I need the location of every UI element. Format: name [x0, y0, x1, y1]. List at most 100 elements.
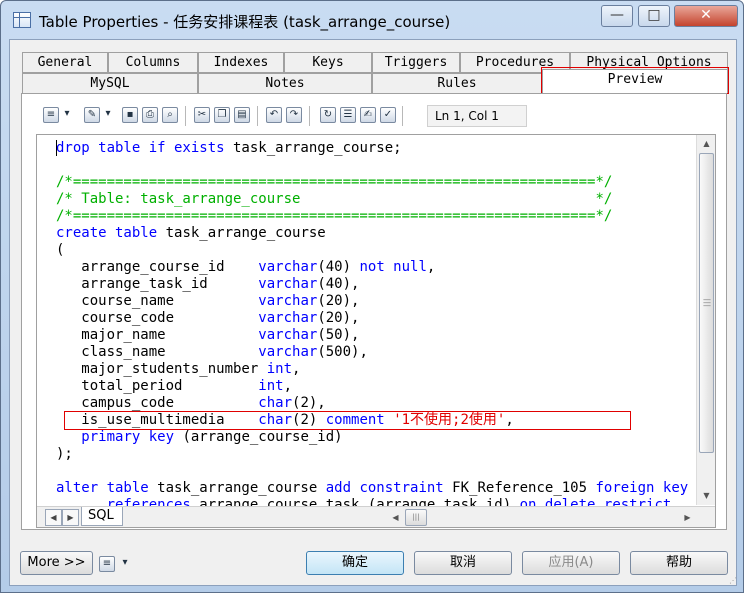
tab-scroll-left-icon[interactable]: ◀ [45, 509, 62, 526]
copy-icon[interactable]: ❐ [214, 107, 230, 123]
code-token: /*======================================… [56, 174, 613, 190]
undo-icon[interactable]: ↶ [266, 107, 282, 123]
code-token: alter table [56, 480, 149, 496]
code-line: major_name varchar(50), [56, 327, 696, 344]
tab-indexes[interactable]: Indexes [198, 52, 284, 73]
tab-mysql[interactable]: MySQL [22, 73, 198, 94]
code-line: primary key (arrange_course_id) [56, 429, 696, 446]
code-token: , [292, 361, 301, 377]
highlight-box-multimedia-line [64, 411, 631, 430]
code-token: int [258, 378, 284, 394]
code-token: char [258, 395, 293, 411]
code-token: arrange_course_id [56, 259, 259, 275]
code-token: total_period [56, 378, 259, 394]
code-token: , [283, 378, 293, 394]
vertical-scroll-thumb[interactable]: — — — [699, 153, 714, 453]
apply-button[interactable]: 应用(A) [522, 551, 620, 575]
code-line: class_name varchar(500), [56, 344, 696, 361]
tools-menu-button[interactable]: ≡ ▾ [99, 554, 133, 574]
chevron-down-icon[interactable]: ▾ [102, 107, 114, 123]
cut-icon[interactable]: ✂ [194, 107, 210, 123]
maximize-button[interactable]: □ [638, 5, 670, 27]
save-icon[interactable]: ▪ [122, 107, 138, 123]
tab-notes[interactable]: Notes [198, 73, 372, 94]
scroll-up-icon[interactable]: ▲ [697, 135, 715, 153]
code-token: varchar [258, 276, 318, 292]
tab-scroll-right-icon[interactable]: ▶ [62, 509, 79, 526]
find-icon[interactable]: ⌕ [162, 107, 178, 123]
code-token: on delete restrict [519, 497, 672, 506]
code-line: ); [56, 446, 696, 463]
code-token: (500), [317, 344, 368, 360]
window-title: Table Properties - 任务安排课程表 (task_arrange… [39, 13, 451, 31]
text-cursor [56, 140, 57, 156]
code-token: int [266, 361, 293, 377]
redo-icon[interactable]: ↷ [286, 107, 302, 123]
tab-general[interactable]: General [22, 52, 108, 73]
toolbar-separator [309, 106, 310, 126]
code-token: task_arrange_course [157, 225, 326, 241]
code-line: references arrange_course_task (arrange_… [56, 497, 696, 506]
table-properties-window: Table Properties - 任务安排课程表 (task_arrange… [0, 0, 744, 593]
tab-rules[interactable]: Rules [372, 73, 542, 94]
code-token: task_arrange_course; [224, 140, 402, 156]
close-button[interactable]: ✕ [674, 5, 738, 27]
resize-grip-icon[interactable]: ⋰ [729, 577, 741, 591]
paste-icon[interactable]: ▤ [234, 107, 250, 123]
minimize-button[interactable]: — [601, 5, 633, 27]
scroll-down-icon[interactable]: ▼ [697, 487, 715, 505]
properties-icon[interactable]: ≡ [43, 107, 59, 123]
code-token: campus_code [56, 395, 259, 411]
scroll-left-icon[interactable]: ◀ [387, 509, 404, 526]
cancel-button[interactable]: 取消 [414, 551, 512, 575]
code-line: arrange_course_id varchar(40) not null, [56, 259, 696, 276]
vertical-scrollbar[interactable]: ▲ — — — ▼ [696, 135, 715, 505]
edit-script-icon[interactable]: ✍ [360, 107, 376, 123]
cursor-position: Ln 1, Col 1 [427, 105, 527, 127]
more-button[interactable]: More >> [20, 551, 93, 575]
title-bar[interactable]: Table Properties - 任务安排课程表 (task_arrange… [1, 1, 743, 39]
horizontal-scroll-thumb[interactable]: ||| [405, 509, 427, 526]
code-token: (50), [317, 327, 360, 343]
code-line: campus_code char(2), [56, 395, 696, 412]
tab-triggers[interactable]: Triggers [372, 52, 460, 73]
code-token: varchar [258, 259, 318, 275]
chevron-down-icon[interactable]: ▾ [61, 107, 73, 123]
code-token: create table [56, 225, 158, 241]
table-icon [13, 12, 31, 28]
tab-columns[interactable]: Columns [108, 52, 198, 73]
code-token: varchar [258, 344, 318, 360]
editor-bottom-bar: ◀ ▶ SQL ◀ ||| ▶ [37, 506, 715, 527]
code-token: major_students_number [56, 361, 267, 377]
sql-tab[interactable]: SQL [81, 507, 123, 526]
code-token: foreign key [595, 480, 689, 496]
print-icon[interactable]: ⎙ [142, 107, 158, 123]
toolbar-separator [402, 106, 403, 126]
edit-icon[interactable]: ✎ [84, 107, 100, 123]
code-token: ( [56, 242, 65, 258]
tab-keys[interactable]: Keys [284, 52, 372, 73]
code-line: major_students_number int, [56, 361, 696, 378]
check-icon[interactable]: ✓ [380, 107, 396, 123]
code-line: course_name varchar(20), [56, 293, 696, 310]
highlight-box-preview-tab [541, 67, 729, 94]
list-icon[interactable]: ☰ [340, 107, 356, 123]
dialog-body: General Columns Indexes Keys Triggers Pr… [9, 39, 737, 586]
sql-code[interactable]: drop table if exists task_arrange_course… [56, 140, 696, 506]
sql-editor[interactable]: drop table if exists task_arrange_course… [36, 134, 716, 528]
toolbar-separator [257, 106, 258, 126]
code-line: total_period int, [56, 378, 696, 395]
refresh-icon[interactable]: ↻ [320, 107, 336, 123]
code-token: add constraint [325, 480, 444, 496]
horizontal-scrollbar[interactable]: ◀ ||| ▶ [387, 509, 696, 526]
ok-button[interactable]: 确定 [306, 551, 404, 575]
help-button[interactable]: 帮助 [630, 551, 728, 575]
code-token: task_arrange_course [148, 480, 326, 496]
code-token: (2), [292, 395, 326, 411]
grip-icon: — — — [703, 295, 711, 310]
scroll-right-icon[interactable]: ▶ [679, 509, 696, 526]
